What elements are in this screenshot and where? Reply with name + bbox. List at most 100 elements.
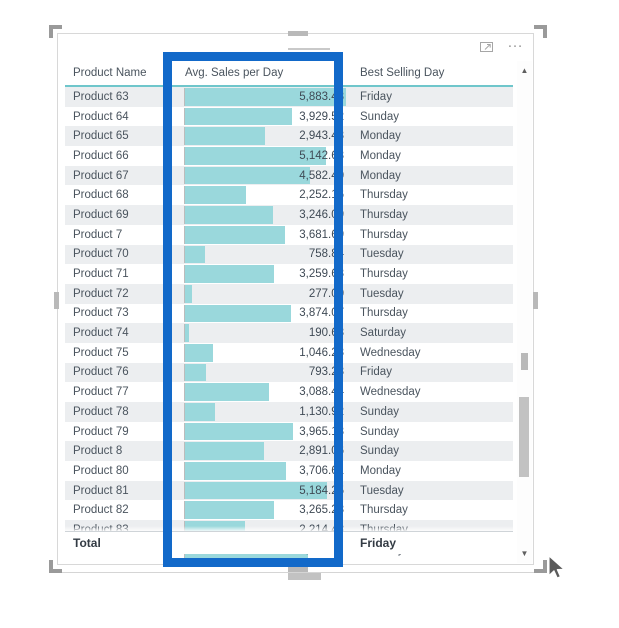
- table-row[interactable]: Product 80 3,706.61 Monday: [65, 461, 513, 481]
- data-bar-fill: [184, 225, 286, 244]
- horizontal-scrollbar[interactable]: [62, 572, 534, 581]
- table-body[interactable]: Product 63 5,883.43 Friday Product 64 3,929.…: [65, 87, 513, 564]
- mouse-pointer-icon: [548, 555, 568, 588]
- data-bar-fill: [184, 166, 311, 185]
- cell-avg-sales-per-day: 3,088.44: [177, 382, 352, 402]
- data-bar-fill: [184, 422, 294, 441]
- data-bar-axis: [184, 442, 185, 461]
- table-row[interactable]: Product 66 5,142.63 Monday: [65, 146, 513, 166]
- table-row[interactable]: Product 78 1,130.92 Sunday: [65, 402, 513, 422]
- scroll-down-icon[interactable]: ▼: [517, 546, 532, 561]
- cell-product-name: Product 79: [73, 425, 129, 438]
- data-bar-axis: [184, 304, 185, 323]
- cell-value-label: 793.28: [308, 366, 344, 379]
- cell-best-selling-day: Monday: [360, 169, 401, 182]
- table-row[interactable]: Product 69 3,246.09 Thursday: [65, 205, 513, 225]
- data-bar-fill: [184, 462, 287, 480]
- cell-value-label: 3,929.52: [299, 110, 344, 123]
- table-row[interactable]: Product 68 2,252.16 Thursday: [65, 185, 513, 205]
- cell-value-label: 758.84: [308, 248, 344, 261]
- data-bar-fill: [184, 186, 247, 205]
- cell-best-selling-day: Friday: [360, 90, 392, 103]
- resize-handle-bottom-left[interactable]: [49, 560, 62, 573]
- cell-avg-sales-per-day: 1,130.92: [177, 402, 352, 422]
- data-bar-fill: [184, 206, 274, 224]
- cell-best-selling-day: Thursday: [360, 504, 408, 517]
- data-bar-axis: [184, 383, 185, 401]
- column-header-avg-sales-per-day[interactable]: Avg. Sales per Day: [177, 67, 352, 79]
- cell-avg-sales-per-day: 5,883.43: [177, 87, 352, 107]
- table-row[interactable]: Product 75 1,046.23 Wednesday: [65, 343, 513, 363]
- data-bar-axis: [184, 127, 185, 146]
- cell-avg-sales-per-day: 793.28: [177, 363, 352, 383]
- cell-avg-sales-per-day: 190.68: [177, 323, 352, 343]
- cell-product-name: Product 82: [73, 504, 129, 517]
- resize-handle-top-left[interactable]: [49, 25, 62, 38]
- resize-handle-top-right[interactable]: [534, 25, 547, 38]
- data-bar-axis: [184, 225, 185, 244]
- table-row[interactable]: Product 64 3,929.52 Sunday: [65, 107, 513, 127]
- cell-value-label: 3,088.44: [299, 386, 344, 399]
- cell-value-label: 3,246.09: [299, 208, 344, 221]
- cell-product-name: Product 68: [73, 189, 129, 202]
- cell-product-name: Product 66: [73, 149, 129, 162]
- data-bar-fill: [184, 127, 266, 146]
- scroll-up-icon[interactable]: ▲: [517, 63, 532, 78]
- table-row[interactable]: Product 73 3,874.07 Thursday: [65, 304, 513, 324]
- data-bar-axis: [184, 88, 185, 106]
- data-bar-axis: [184, 107, 185, 126]
- resize-handle-bottom-right[interactable]: [534, 560, 547, 573]
- cell-best-selling-day: Tuesday: [360, 287, 404, 300]
- more-options-icon[interactable]: …: [507, 35, 525, 55]
- resize-handle-left[interactable]: [54, 292, 59, 309]
- cell-best-selling-day: Monday: [360, 149, 401, 162]
- cell-value-label: 1,130.92: [299, 405, 344, 418]
- table-row[interactable]: Product 81 5,184.25 Tuesday: [65, 480, 513, 501]
- table-visual[interactable]: … Product Name Avg. Sales per Day Best S…: [57, 33, 534, 565]
- cell-avg-sales-per-day: 3,965.13: [177, 422, 352, 442]
- data-bar-fill: [184, 501, 274, 520]
- table-row[interactable]: Product 74 190.68 Saturday: [65, 323, 513, 343]
- table-row[interactable]: Product 8 2,891.06 Sunday: [65, 441, 513, 462]
- table-row[interactable]: Product 79 3,965.13 Sunday: [65, 422, 513, 442]
- cell-value-label: 4,582.40: [299, 169, 344, 182]
- cell-value-label: 2,252.16: [299, 189, 344, 202]
- horizontal-scrollbar-thumb[interactable]: [288, 573, 321, 580]
- table-total-row: Total 22,994.39 Friday: [65, 531, 513, 554]
- column-header-best-selling-day[interactable]: Best Selling Day: [352, 67, 452, 79]
- cell-value-label: 3,265.28: [299, 504, 344, 517]
- vertical-scrollbar[interactable]: ▲ ▼: [517, 61, 532, 563]
- focus-mode-icon[interactable]: [479, 39, 494, 54]
- cell-value-label: 2,943.43: [299, 130, 344, 143]
- table-row[interactable]: Product 63 5,883.43 Friday: [65, 87, 513, 107]
- cell-best-selling-day: Thursday: [360, 307, 408, 320]
- table-row[interactable]: Product 70 758.84 Tuesday: [65, 244, 513, 265]
- resize-handle-bottom[interactable]: [288, 567, 308, 572]
- vertical-scrollbar-thumb[interactable]: [519, 397, 529, 477]
- table-row[interactable]: Product 67 4,582.40 Monday: [65, 165, 513, 186]
- cell-value-label: 190.68: [308, 327, 344, 340]
- data-bar-axis: [184, 166, 185, 185]
- cell-best-selling-day: Thursday: [360, 228, 408, 241]
- cell-product-name: Product 78: [73, 405, 129, 418]
- data-bar-fill: [184, 403, 216, 421]
- table-row[interactable]: Product 7 3,681.69 Thursday: [65, 225, 513, 245]
- table-row[interactable]: Product 77 3,088.44 Wednesday: [65, 382, 513, 402]
- drag-handle-icon[interactable]: [288, 46, 330, 56]
- cell-product-name: Product 73: [73, 307, 129, 320]
- cell-value-label: 5,184.25: [299, 484, 344, 497]
- data-bar-fill: [184, 442, 264, 461]
- column-header-product-name[interactable]: Product Name: [65, 67, 177, 79]
- cell-avg-sales-per-day: 2,943.43: [177, 126, 352, 146]
- data-bar-axis: [184, 245, 185, 264]
- table-row[interactable]: Product 71 3,259.63 Thursday: [65, 264, 513, 284]
- resize-handle-right[interactable]: [533, 292, 538, 309]
- resize-handle-top[interactable]: [288, 31, 308, 36]
- cell-avg-sales-per-day: 3,706.61: [177, 461, 352, 481]
- table-row[interactable]: Product 82 3,265.28 Thursday: [65, 500, 513, 520]
- data-bar-fill: [184, 284, 192, 303]
- table-row[interactable]: Product 72 277.00 Tuesday: [65, 283, 513, 304]
- table-row[interactable]: Product 65 2,943.43 Monday: [65, 126, 513, 147]
- table-row[interactable]: Product 76 793.28 Friday: [65, 362, 513, 383]
- cell-product-name: Product 7: [73, 228, 123, 241]
